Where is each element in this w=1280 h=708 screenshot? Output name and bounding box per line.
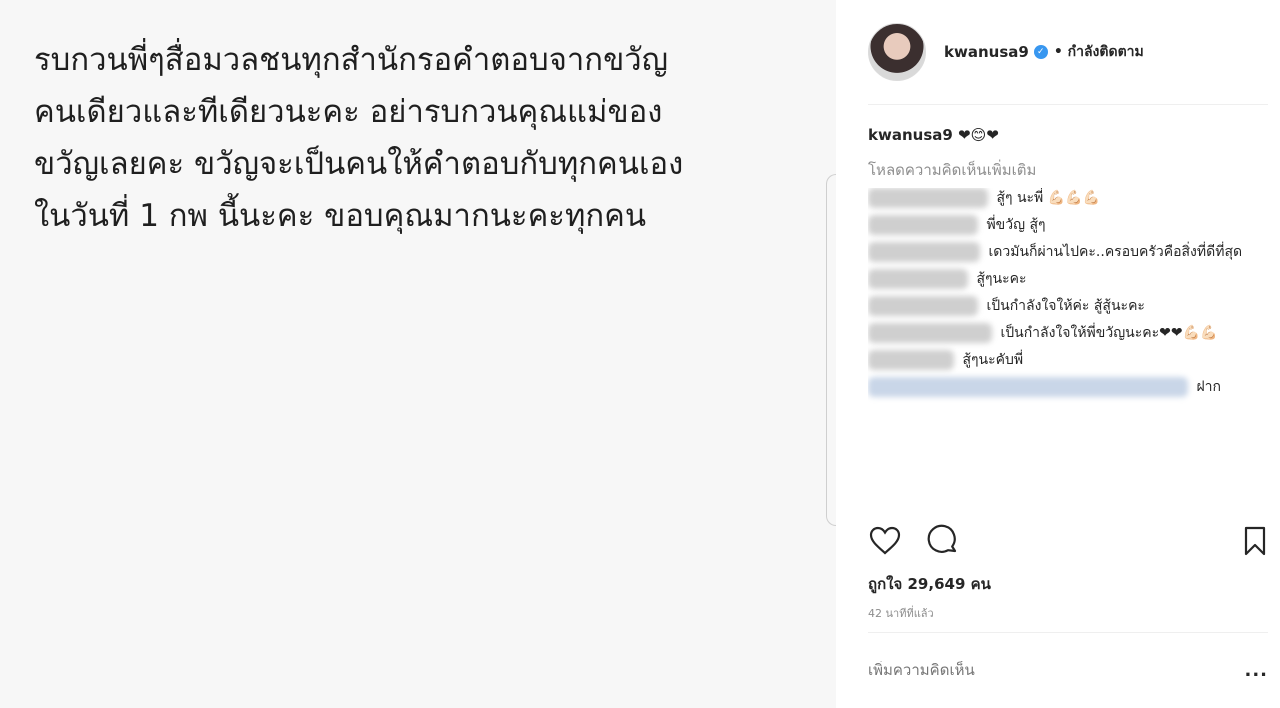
comment-item: สู้ๆนะคะ [868,269,1258,289]
load-more-comments-link[interactable]: โหลดความคิดเห็นเพิ่มเติม [868,158,1036,182]
post-header: kwanusa9 ✓ • กำลังติดตาม [868,22,1268,82]
comment-icon[interactable] [926,524,960,558]
post-image: รบกวนพี่ๆสื่อมวลชนทุกสำนักรอคำตอบจากขวัญ… [0,0,836,708]
comment-text: เดวมันก็ผ่านไปคะ..ครอบครัวคือสิ่งที่ดีที… [988,244,1243,260]
comment-text: เป็นกำลังใจให้ค่ะ สู้สู้นะคะ [986,298,1145,314]
add-comment-form: ... [868,658,1268,682]
comment-item: เดวมันก็ผ่านไปคะ..ครอบครัวคือสิ่งที่ดีที… [868,242,1258,262]
comment-username-blurred[interactable] [868,323,992,343]
comment-text: ฝาก [1196,379,1221,395]
more-options-button[interactable]: ... [1244,660,1268,681]
comment-text: สู้ๆนะคับพี่ [962,352,1024,368]
post-image-text: รบกวนพี่ๆสื่อมวลชนทุกสำนักรอคำตอบจากขวัญ… [34,42,684,234]
caption: kwanusa9 ❤😊❤ [868,126,999,144]
avatar[interactable] [868,23,926,81]
comment-item: เป็นกำลังใจให้พี่ขวัญนะคะ❤❤💪🏻💪🏻 [868,323,1258,343]
verified-badge-icon: ✓ [1033,45,1048,59]
action-bar [868,524,1268,560]
comment-username-blurred[interactable] [868,188,988,208]
bookmark-icon[interactable] [1238,524,1272,558]
comment-username-blurred[interactable] [868,242,980,262]
comment-text: พี่ขวัญ สู้ๆ [986,217,1046,233]
comment-username-blurred[interactable] [868,215,978,235]
likes-count[interactable]: ถูกใจ 29,649 คน [868,572,991,596]
comment-text: สู้ๆ นะพี่ 💪🏻💪🏻💪🏻 [996,190,1101,206]
comment-username-blurred[interactable] [868,269,968,289]
comment-item: สู้ๆนะคับพี่ [868,350,1258,370]
following-button[interactable]: • กำลังติดตาม [1054,41,1144,63]
comments-list[interactable]: สู้ๆ นะพี่ 💪🏻💪🏻💪🏻 พี่ขวัญ สู้ๆ เดวมันก็ผ… [868,188,1258,510]
comment-item: เป็นกำลังใจให้ค่ะ สู้สู้นะคะ [868,296,1258,316]
comment-username-blurred[interactable] [868,296,978,316]
header-divider [868,104,1268,105]
comment-username-blurred[interactable] [868,350,954,370]
comment-text: สู้ๆนะคะ [976,271,1027,287]
add-comment-input[interactable] [868,661,1198,679]
comment-box-divider [868,632,1268,633]
comment-item: ฝาก [868,377,1258,397]
header-username[interactable]: kwanusa9 [944,43,1029,61]
post-side-panel: kwanusa9 ✓ • กำลังติดตาม kwanusa9 ❤😊❤ โห… [836,0,1280,708]
comment-text: เป็นกำลังใจให้พี่ขวัญนะคะ❤❤💪🏻💪🏻 [1000,325,1218,341]
comment-item: สู้ๆ นะพี่ 💪🏻💪🏻💪🏻 [868,188,1258,208]
heart-icon[interactable] [868,524,902,558]
comment-item: พี่ขวัญ สู้ๆ [868,215,1258,235]
comment-username-blurred[interactable] [868,377,1188,397]
post-timestamp[interactable]: 42 นาทีที่แล้ว [868,604,934,622]
